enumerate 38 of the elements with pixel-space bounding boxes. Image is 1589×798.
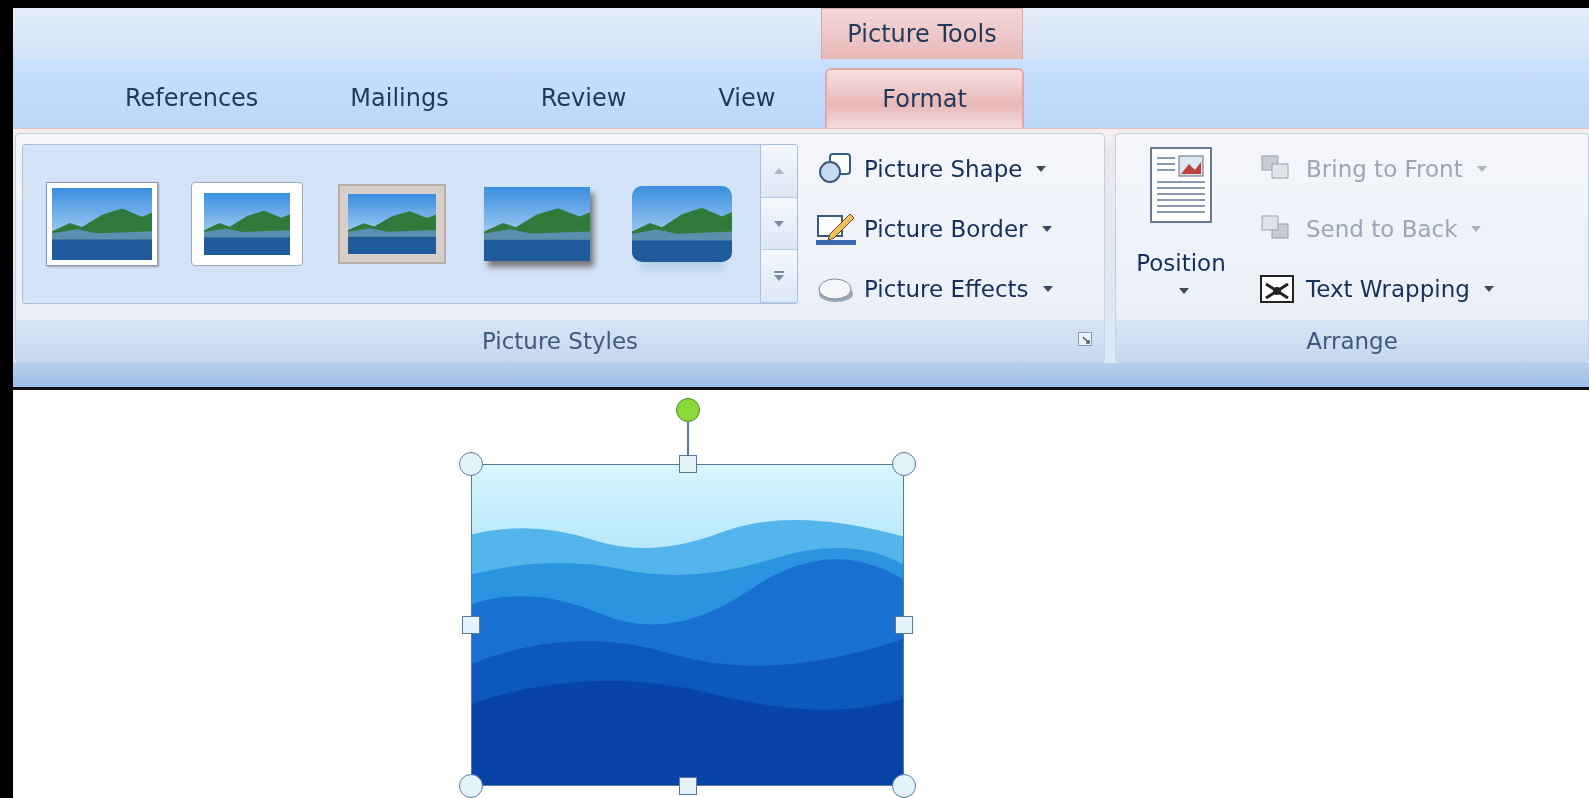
pencil-icon: [816, 212, 856, 246]
resize-handle[interactable]: [678, 777, 697, 795]
page-icon: [1149, 146, 1213, 224]
ribbon-tab[interactable]: Mailings: [304, 68, 495, 128]
dialog-launcher-button[interactable]: [1078, 332, 1092, 346]
ribbon-tab[interactable]: Format: [825, 68, 1024, 128]
resize-handle[interactable]: [678, 455, 697, 473]
caret-icon: [1041, 226, 1052, 232]
caret-icon: [1483, 286, 1494, 292]
command-button[interactable]: Picture Shape: [812, 146, 1057, 192]
more-button[interactable]: [761, 250, 797, 303]
resize-handle[interactable]: [462, 616, 480, 634]
contextual-tab-header: Picture Tools: [821, 8, 1023, 59]
caret-icon: [1036, 166, 1047, 172]
rotation-handle[interactable]: [675, 398, 700, 422]
resize-handle[interactable]: [895, 616, 913, 634]
command-button[interactable]: Picture Border: [812, 206, 1057, 252]
launcher-icon: [1078, 332, 1092, 346]
caret-icon: [1042, 286, 1053, 292]
command-button[interactable]: Text Wrapping: [1254, 266, 1498, 312]
caret-icon: [1476, 166, 1487, 172]
ribbon-tab[interactable]: References: [79, 68, 305, 128]
resize-handle[interactable]: [892, 774, 916, 798]
caret-icon: [1471, 226, 1482, 232]
ribbon-tab[interactable]: Review: [494, 68, 673, 128]
group-label: Arrange: [1306, 328, 1398, 354]
ribbon-tab[interactable]: View: [672, 68, 822, 128]
resize-handle[interactable]: [459, 452, 483, 476]
resize-handle[interactable]: [459, 774, 483, 798]
position-button[interactable]: Position: [1122, 144, 1240, 314]
group-label: Picture Styles: [481, 328, 639, 354]
more-icon: [773, 270, 785, 283]
command-button[interactable]: Picture Effects: [812, 266, 1057, 312]
up-arrow-icon: [773, 166, 785, 175]
down-arrow-icon: [773, 219, 785, 228]
mountains-picture[interactable]: [471, 464, 904, 786]
resize-handle[interactable]: [892, 452, 916, 476]
caret-icon: [1179, 288, 1189, 294]
